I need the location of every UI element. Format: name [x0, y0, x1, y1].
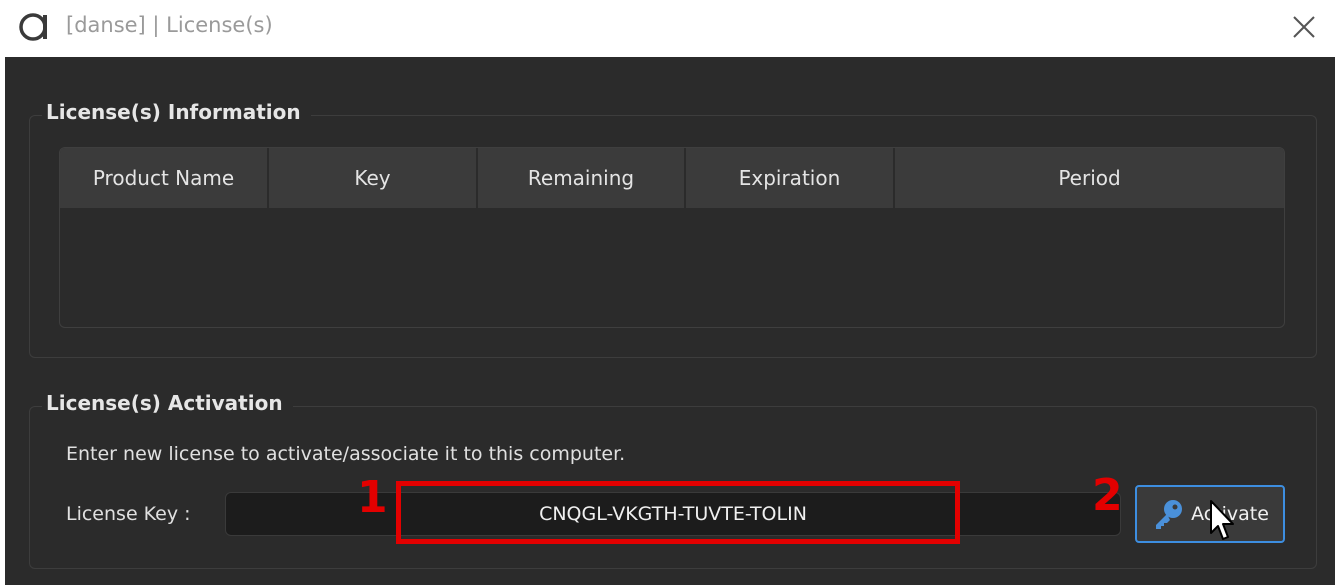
- license-information-group: License(s) Information Product Name Key …: [29, 100, 1317, 358]
- license-key-label: License Key :: [66, 503, 191, 525]
- license-activation-title: License(s) Activation: [42, 391, 293, 415]
- close-icon[interactable]: [1287, 10, 1321, 44]
- step-1-marker: 1: [357, 472, 388, 523]
- column-header-product-name[interactable]: Product Name: [60, 148, 269, 208]
- activate-button[interactable]: Activate: [1135, 485, 1285, 543]
- app-logo-icon: [19, 13, 47, 41]
- license-activation-group: License(s) Activation Enter new license …: [29, 391, 1317, 569]
- table-header: Product Name Key Remaining Expiration Pe…: [60, 148, 1284, 208]
- column-header-key[interactable]: Key: [269, 148, 478, 208]
- key-icon: [1156, 500, 1183, 529]
- column-header-period[interactable]: Period: [895, 148, 1284, 208]
- license-information-title: License(s) Information: [42, 100, 311, 124]
- step-2-marker: 2: [1092, 470, 1123, 521]
- window-title: [danse] | License(s): [66, 13, 273, 37]
- activate-button-label: Activate: [1191, 503, 1269, 525]
- title-bar: [danse] | License(s): [0, 0, 1335, 57]
- column-header-expiration[interactable]: Expiration: [686, 148, 895, 208]
- column-header-remaining[interactable]: Remaining: [478, 148, 686, 208]
- license-table[interactable]: Product Name Key Remaining Expiration Pe…: [59, 147, 1285, 328]
- dialog-body: License(s) Information Product Name Key …: [5, 57, 1335, 585]
- activation-instruction: Enter new license to activate/associate …: [66, 443, 626, 465]
